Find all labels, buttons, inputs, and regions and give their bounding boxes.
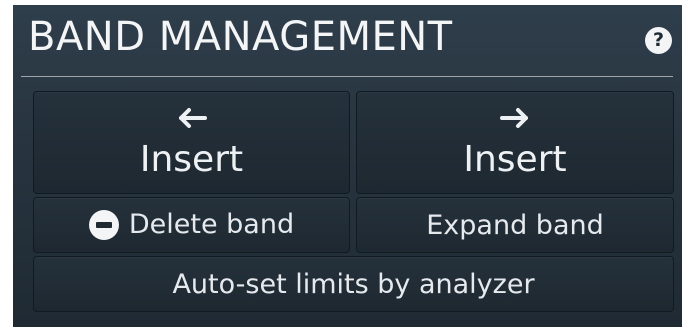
expand-band-label: Expand band: [426, 210, 604, 241]
band-management-panel: BAND MANAGEMENT ? Insert Insert Delete b…: [13, 5, 682, 327]
auto-set-limits-button[interactable]: Auto-set limits by analyzer: [33, 256, 674, 312]
expand-band-button[interactable]: Expand band: [356, 197, 674, 253]
title-divider: [21, 76, 673, 77]
minus-circle-icon: [88, 210, 119, 240]
question-mark-icon: ?: [652, 29, 665, 51]
insert-band-right-button[interactable]: Insert: [356, 91, 674, 194]
insert-left-label: Insert: [139, 139, 244, 180]
arrow-left-icon: [34, 106, 349, 130]
insert-right-label: Insert: [463, 139, 567, 180]
arrow-right-icon: [357, 106, 673, 130]
insert-band-left-button[interactable]: Insert: [33, 91, 350, 194]
auto-set-limits-label: Auto-set limits by analyzer: [172, 269, 535, 300]
help-button[interactable]: ?: [645, 27, 672, 54]
delete-band-button[interactable]: Delete band: [33, 197, 350, 253]
delete-band-label: Delete band: [128, 209, 295, 240]
panel-title: BAND MANAGEMENT: [28, 14, 453, 60]
